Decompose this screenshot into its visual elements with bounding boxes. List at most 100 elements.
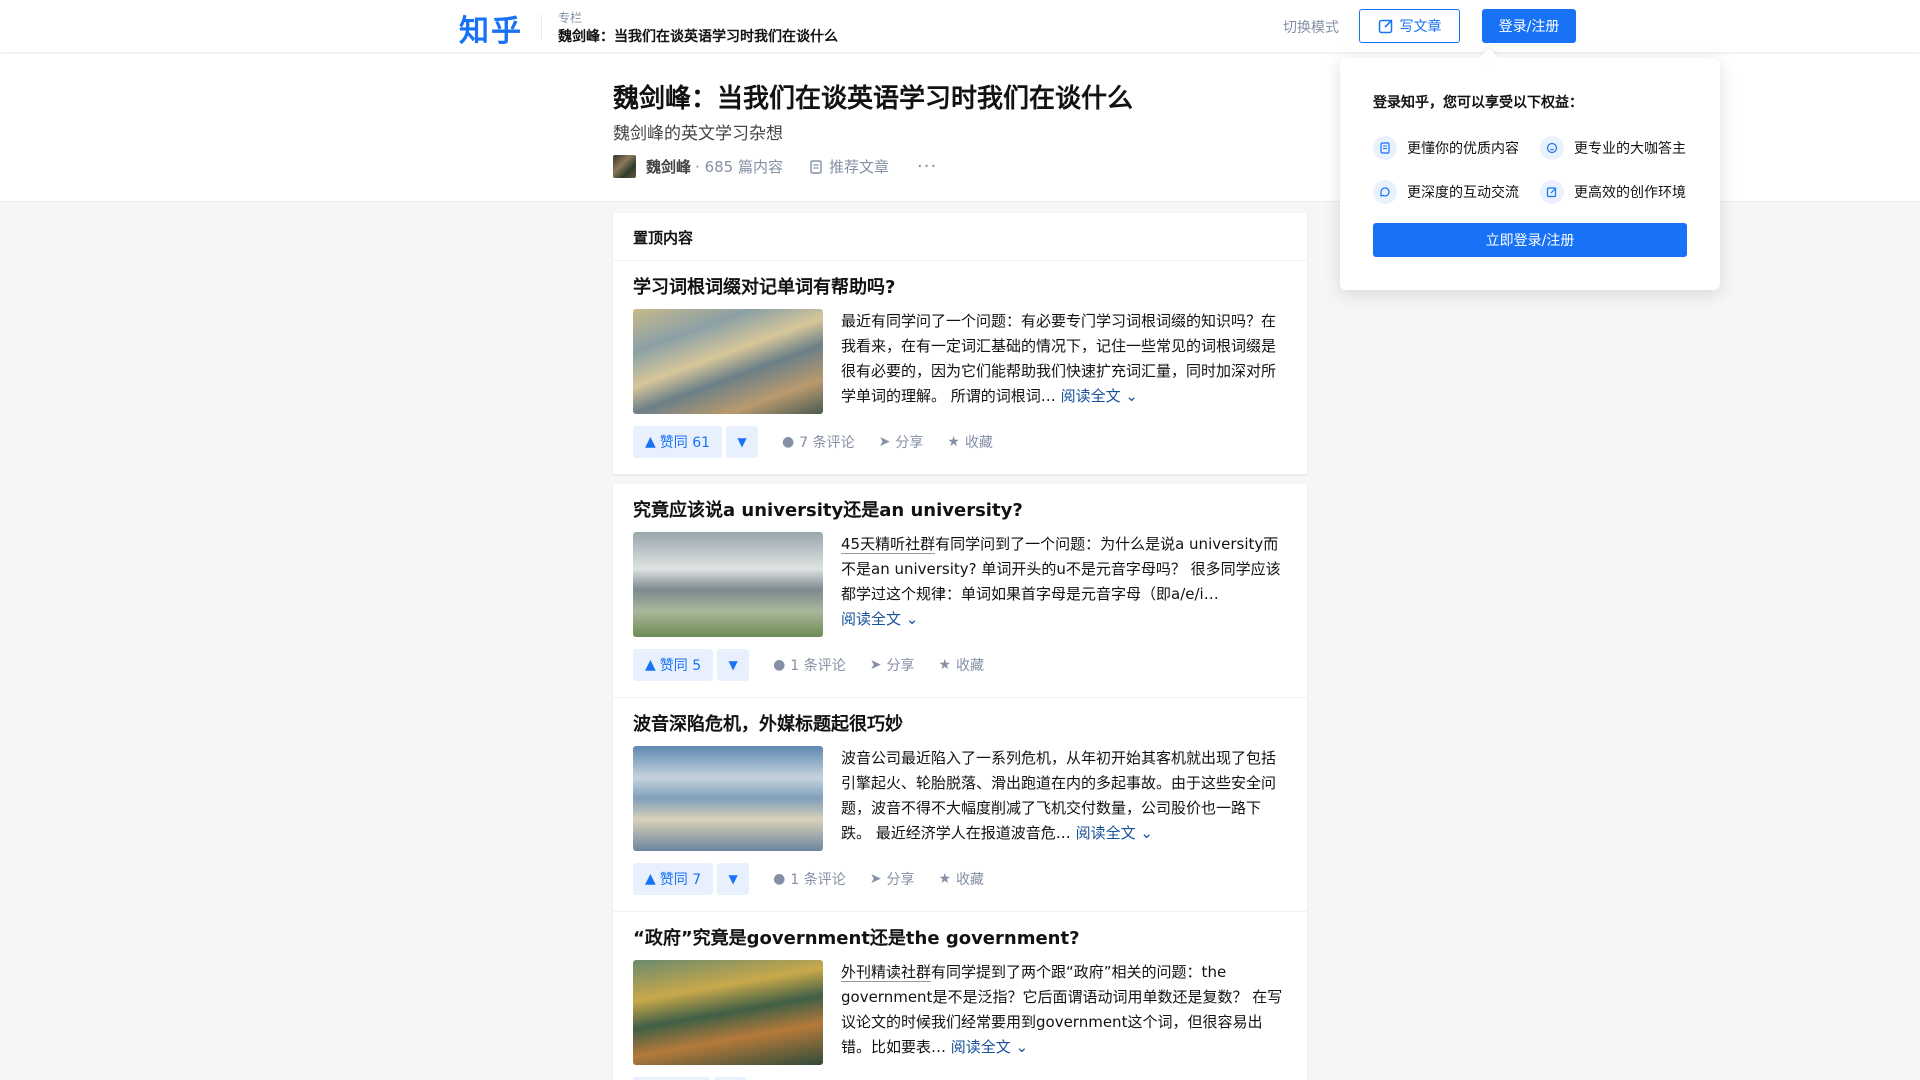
upvote-button[interactable]: ▲ 赞同 7: [633, 863, 714, 895]
benefit-label: 更深度的互动交流: [1407, 185, 1519, 201]
login-now-button[interactable]: 立即登录/注册: [1373, 223, 1687, 257]
read-more-link[interactable]: 阅读全文 ⌄: [841, 610, 918, 628]
benefit-label: 更专业的大咖答主: [1574, 141, 1686, 157]
article-thumbnail[interactable]: [633, 532, 823, 637]
star-icon: ★: [938, 657, 952, 673]
chevron-down-icon: ⌄: [1125, 387, 1138, 405]
share-button[interactable]: ➤ 分享: [870, 869, 915, 889]
comment-label: 1 条评论: [790, 872, 846, 888]
popover-title: 登录知乎，您可以享受以下权益：: [1373, 95, 1583, 111]
edit-icon: [1378, 19, 1393, 34]
switch-mode-button[interactable]: 切换模式: [1283, 17, 1339, 37]
share-button[interactable]: ➤ 分享: [879, 432, 924, 452]
comment-icon: ●: [773, 871, 786, 887]
list-item: 学习词根词缀对记单词有帮助吗? 最近有同学问了一个问题：有必要专门学习词根词缀的…: [613, 261, 1307, 474]
downvote-button[interactable]: ▼: [726, 426, 759, 458]
benefit-item: 更深度的互动交流: [1373, 180, 1519, 204]
read-more-link[interactable]: 阅读全文 ⌄: [1061, 387, 1138, 405]
article-excerpt[interactable]: 45天精听社群有同学问到了一个问题：为什么是说a university而不是an…: [841, 532, 1287, 637]
paper-plane-icon: ➤: [869, 657, 882, 673]
comment-button[interactable]: ● 1 条评论: [773, 655, 846, 675]
article-thumbnail[interactable]: [633, 960, 823, 1065]
login-register-button[interactable]: 登录/注册: [1482, 9, 1576, 43]
chevron-down-icon: ⌄: [905, 610, 919, 628]
favorite-button[interactable]: ★ 收藏: [938, 869, 984, 889]
article-title[interactable]: “政府”究竟是government还是the government?: [633, 926, 1287, 952]
recommend-article-label: 推荐文章: [829, 158, 890, 176]
column-title[interactable]: 魏剑峰：当我们在谈英语学习时我们在谈什么: [558, 26, 838, 46]
excerpt-text: 最近有同学问了一个问题：有必要专门学习词根词缀的知识吗？在我看来，在有一定词汇基…: [841, 312, 1277, 405]
expert-icon: [1540, 136, 1564, 160]
comment-icon: ●: [782, 434, 795, 450]
separator: ·: [695, 158, 700, 176]
upvote-button[interactable]: ▲ 赞同 5: [633, 649, 714, 681]
favorite-button[interactable]: ★ 收藏: [947, 432, 993, 452]
triangle-down-icon: ▼: [728, 658, 738, 672]
action-bar: ▲ 赞同 61 ▼ ● 7 条评论 ➤ 分享 ★ 收藏: [633, 426, 1287, 458]
triangle-up-icon: ▲: [645, 434, 656, 450]
comment-button[interactable]: ● 7 条评论: [782, 432, 855, 452]
zhihu-logo[interactable]: 知乎: [459, 6, 523, 50]
share-button[interactable]: ➤ 分享: [870, 655, 915, 675]
paper-plane-icon: ➤: [869, 871, 882, 887]
chevron-down-icon: ⌄: [1015, 1038, 1029, 1056]
excerpt-link[interactable]: 外刊精读社群: [841, 963, 932, 982]
upvote-label: 赞同 5: [659, 658, 702, 674]
benefit-item: 更高效的创作环境: [1540, 180, 1686, 204]
triangle-down-icon: ▼: [737, 435, 747, 449]
article-thumbnail[interactable]: [633, 309, 823, 414]
triangle-up-icon: ▲: [645, 657, 656, 673]
chevron-down-icon: ⌄: [1140, 824, 1153, 842]
article-thumbnail[interactable]: [633, 746, 823, 851]
article-excerpt[interactable]: 波音公司最近陷入了一系列危机，从年初开始其客机就出现了包括引擎起火、轮胎脱落、滑…: [841, 746, 1287, 851]
article-excerpt[interactable]: 最近有同学问了一个问题：有必要专门学习词根词缀的知识吗？在我看来，在有一定词汇基…: [841, 309, 1287, 414]
read-more-link[interactable]: 阅读全文 ⌄: [1076, 824, 1153, 842]
read-more-label: 阅读全文: [1060, 387, 1121, 405]
document-icon: [1373, 136, 1397, 160]
excerpt-text: 波音公司最近陷入了一系列危机，从年初开始其客机就出现了包括引擎起火、轮胎脱落、滑…: [841, 749, 1277, 842]
article-title[interactable]: 波音深陷危机，外媒标题起很巧妙: [633, 712, 1287, 738]
recommend-article-button[interactable]: 推荐文章: [809, 156, 889, 177]
column-label[interactable]: 专栏: [558, 9, 582, 26]
share-label: 分享: [895, 435, 924, 451]
article-count-number: 685: [704, 158, 734, 176]
triangle-down-icon: ▼: [728, 872, 738, 886]
avatar[interactable]: [613, 155, 636, 178]
pinned-card: 置顶内容 学习词根词缀对记单词有帮助吗? 最近有同学问了一个问题：有必要专门学习…: [613, 213, 1307, 474]
article-title[interactable]: 究竟应该说a university还是an university?: [633, 498, 1287, 524]
comment-label: 7 条评论: [799, 435, 855, 451]
comment-button[interactable]: ● 1 条评论: [773, 869, 846, 889]
paper-plane-icon: ➤: [878, 434, 891, 450]
downvote-button[interactable]: ▼: [717, 863, 750, 895]
read-more-label: 阅读全文: [841, 610, 902, 628]
upvote-label: 赞同 61: [659, 435, 711, 451]
action-bar: ▲ 赞同 5 ▼ ● 1 条评论 ➤ 分享 ★ 收藏: [633, 649, 1287, 681]
article-excerpt[interactable]: 外刊精读社群有同学提到了两个跟“政府”相关的问题：the government是…: [841, 960, 1287, 1065]
document-icon: [810, 159, 822, 174]
divider: [541, 14, 542, 40]
favorite-label: 收藏: [964, 435, 993, 451]
edit-icon: [1540, 180, 1564, 204]
more-options-icon[interactable]: ···: [917, 156, 937, 177]
read-more-link[interactable]: 阅读全文 ⌄: [951, 1038, 1028, 1056]
comment-label: 1 条评论: [790, 658, 846, 674]
author-name[interactable]: 魏剑峰: [646, 156, 691, 177]
benefit-item: 更专业的大咖答主: [1540, 136, 1686, 160]
upvote-button[interactable]: ▲ 赞同 61: [633, 426, 723, 458]
downvote-button[interactable]: ▼: [717, 649, 750, 681]
action-bar: ▲ 赞同 7 ▼ ● 1 条评论 ➤ 分享 ★ 收藏: [633, 863, 1287, 895]
page-subtitle: 魏剑峰的英文学习杂想: [613, 124, 783, 144]
triangle-up-icon: ▲: [645, 871, 656, 887]
excerpt-link[interactable]: 45天精听社群: [841, 535, 936, 554]
share-label: 分享: [886, 658, 915, 674]
read-more-label: 阅读全文: [950, 1038, 1011, 1056]
benefit-label: 更高效的创作环境: [1574, 185, 1686, 201]
write-article-button[interactable]: 写文章: [1359, 9, 1460, 43]
comment-icon: ●: [773, 657, 786, 673]
star-icon: ★: [938, 871, 952, 887]
article-count[interactable]: · 685 篇内容: [695, 156, 783, 177]
favorite-label: 收藏: [956, 658, 985, 674]
favorite-button[interactable]: ★ 收藏: [938, 655, 984, 675]
article-title[interactable]: 学习词根词缀对记单词有帮助吗?: [633, 275, 1287, 301]
pinned-heading: 置顶内容: [613, 213, 1307, 261]
